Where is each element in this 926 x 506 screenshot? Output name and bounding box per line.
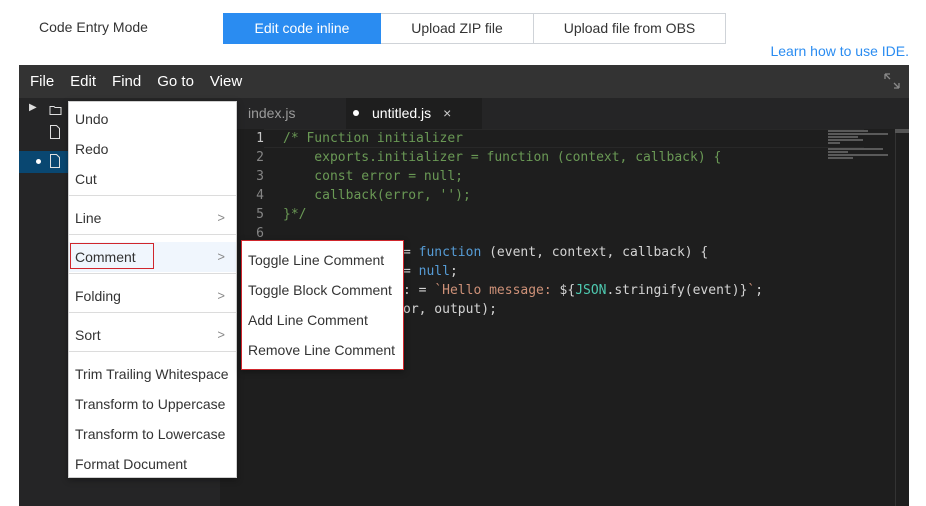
learn-ide-link[interactable]: Learn how to use IDE. (770, 43, 909, 59)
code-token: null (418, 264, 450, 279)
code-token: = (403, 264, 419, 279)
menu-item-label: Line (75, 210, 102, 226)
menu-separator (69, 195, 236, 196)
menu-item-transform-to-lowercase[interactable]: Transform to Lowercase (69, 419, 236, 449)
code-text: = null; (403, 262, 458, 281)
menu-separator (69, 234, 236, 235)
ide-menubar: File Edit Find Go to View (19, 65, 909, 98)
code-entry-mode-label: Code Entry Mode (39, 19, 148, 35)
code-token: : = (403, 283, 435, 298)
file-icon (50, 154, 60, 168)
menu-item-label: Redo (75, 141, 109, 157)
menu-edit[interactable]: Edit (70, 73, 96, 90)
submenu-item-toggle-block-comment[interactable]: Toggle Block Comment (242, 275, 403, 305)
tab-upload-zip-file[interactable]: Upload ZIP file (381, 13, 534, 44)
modified-dot-icon (36, 159, 41, 164)
code-token: /* Function initializer (283, 131, 464, 146)
editor-tab-untitled-js[interactable]: untitled.js × (346, 98, 482, 129)
chevron-right-icon: > (217, 249, 225, 264)
code-token: = (403, 245, 419, 260)
code-text: }*/ (283, 205, 306, 224)
code-token: function (418, 245, 482, 260)
menu-item-line[interactable]: Line > (69, 203, 236, 233)
code-token: callback(error, ''); (283, 188, 471, 203)
submenu-item-remove-line-comment[interactable]: Remove Line Comment (242, 335, 403, 365)
menu-item-label: Cut (75, 171, 97, 187)
submenu-item-add-line-comment[interactable]: Add Line Comment (242, 305, 403, 335)
menu-item-format-document[interactable]: Format Document (69, 449, 236, 479)
menu-item-label: Trim Trailing Whitespace (75, 366, 229, 382)
code-text: : = `Hello message: ${JSON.stringify(eve… (403, 281, 763, 300)
menu-item-label: Sort (75, 327, 101, 343)
menu-item-label: Format Document (75, 456, 188, 472)
tab-upload-file-from-obs[interactable]: Upload file from OBS (534, 13, 726, 44)
code-token: }*/ (283, 207, 307, 222)
menu-item-comment[interactable]: Comment > (69, 242, 236, 272)
menu-item-cut[interactable]: Cut (69, 164, 236, 194)
modified-dot-icon (353, 110, 359, 117)
close-icon[interactable]: × (443, 105, 451, 121)
menu-item-sort[interactable]: Sort > (69, 320, 236, 350)
code-token: .stringify(event)} (606, 283, 748, 298)
chevron-right-icon[interactable]: ▶ (29, 102, 37, 113)
folder-icon (49, 106, 62, 115)
page-root: Code Entry Mode Edit code inline Upload … (0, 0, 926, 506)
code-text: /* Function initializer (283, 129, 463, 148)
menu-separator (69, 312, 236, 313)
code-token: ${ (559, 283, 576, 298)
menu-find[interactable]: Find (112, 73, 141, 90)
menu-item-label: Undo (75, 111, 109, 127)
code-text: or, output); (403, 300, 497, 319)
vertical-scrollbar[interactable] (895, 129, 909, 506)
menu-item-folding[interactable]: Folding > (69, 281, 236, 311)
scrollbar-thumb[interactable] (895, 129, 909, 133)
code-entry-mode-tabs: Edit code inline Upload ZIP file Upload … (223, 13, 726, 44)
tab-edit-code-inline[interactable]: Edit code inline (223, 13, 381, 44)
menu-item-label: Transform to Uppercase (75, 396, 226, 412)
chevron-right-icon: > (217, 288, 225, 303)
menu-item-transform-to-uppercase[interactable]: Transform to Uppercase (69, 389, 236, 419)
highlight-outline (70, 243, 154, 269)
editor-tabbar: index.js untitled.js × (220, 98, 909, 129)
code-token: ; (755, 283, 764, 298)
edit-menu: Undo Redo Cut Line > Comment > Folding > Sort > Tri… (68, 101, 237, 478)
code-text: exports.initializer = function (context,… (283, 148, 721, 167)
code-token: const error = null; (283, 169, 464, 184)
code-token: JSON (575, 283, 607, 298)
code-token: or, output); (403, 302, 497, 317)
expand-icon[interactable] (883, 72, 901, 90)
chevron-right-icon: > (217, 327, 225, 342)
menu-go-to[interactable]: Go to (157, 73, 194, 90)
menu-item-trim-trailing-whitespace[interactable]: Trim Trailing Whitespace (69, 359, 236, 389)
menu-view[interactable]: View (210, 73, 242, 90)
menu-item-undo[interactable]: Undo (69, 104, 236, 134)
menu-separator (69, 273, 236, 274)
menu-item-label: Transform to Lowercase (75, 426, 226, 442)
code-token: exports.initializer = function (context,… (283, 150, 722, 165)
menu-separator (69, 351, 236, 352)
editor-tab-label: untitled.js (372, 105, 432, 121)
chevron-right-icon: > (217, 210, 225, 225)
editor-tab-index-js[interactable]: index.js (248, 98, 295, 129)
code-token: (event, context, callback) { (481, 245, 709, 260)
submenu-item-toggle-line-comment[interactable]: Toggle Line Comment (242, 245, 403, 275)
code-token: ; (449, 264, 458, 279)
code-token: `Hello message: (434, 283, 560, 298)
code-text: const error = null; (283, 167, 463, 186)
code-text: callback(error, ''); (283, 186, 471, 205)
code-text: = function (event, context, callback) { (403, 243, 708, 262)
minimap[interactable] (828, 129, 898, 169)
menu-item-redo[interactable]: Redo (69, 134, 236, 164)
menu-file[interactable]: File (30, 73, 54, 90)
comment-submenu: Toggle Line Comment Toggle Block Comment A… (241, 240, 404, 370)
file-icon (50, 125, 60, 139)
menu-item-label: Folding (75, 288, 121, 304)
